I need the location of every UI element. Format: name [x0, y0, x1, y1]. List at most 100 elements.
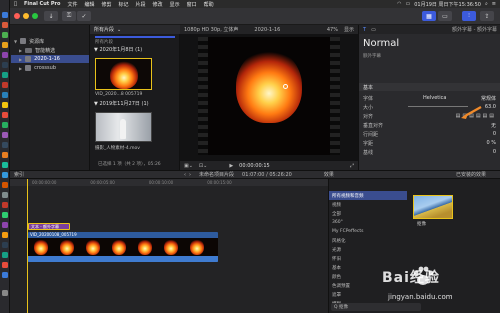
- app-icon[interactable]: [2, 182, 8, 188]
- app-icon[interactable]: [2, 172, 8, 178]
- effects-category[interactable]: 全部: [329, 209, 407, 218]
- wifi-icon[interactable]: ◠: [397, 1, 401, 8]
- crop-tool-icon[interactable]: ⊡⌄: [199, 163, 207, 169]
- effects-category[interactable]: 所有视频和音频: [329, 191, 407, 200]
- app-icon[interactable]: [2, 132, 8, 138]
- app-icon[interactable]: [2, 202, 8, 208]
- back-icon[interactable]: ‹: [184, 172, 186, 178]
- title-clip[interactable]: 文本 - 额外字幕: [28, 223, 70, 230]
- fullscreen-icon[interactable]: ⤢: [350, 163, 354, 169]
- filter-select[interactable]: 所有片段: [94, 26, 114, 33]
- weight-select[interactable]: 常规体: [481, 95, 496, 102]
- keyword-button[interactable]: ⚿: [62, 11, 76, 21]
- app-icon[interactable]: [2, 22, 8, 28]
- effects-category[interactable]: 怀旧: [329, 254, 407, 263]
- effects-category[interactable]: My FCPeffects: [329, 227, 407, 236]
- forward-icon[interactable]: ›: [189, 172, 191, 178]
- disclosure-down-icon[interactable]: ▼: [14, 39, 17, 44]
- menu-mark[interactable]: 标记: [119, 1, 129, 8]
- chevron-down-icon[interactable]: ⌄: [117, 27, 121, 33]
- search-icon[interactable]: ⌕: [485, 1, 488, 8]
- video-tab-icon[interactable]: ▭: [371, 27, 376, 33]
- play-button[interactable]: ▶: [229, 163, 233, 169]
- index-button[interactable]: 索引: [14, 171, 24, 178]
- app-icon[interactable]: [2, 62, 8, 68]
- app-icon[interactable]: [2, 82, 8, 88]
- app-icon[interactable]: [2, 102, 8, 108]
- app-icon[interactable]: [2, 32, 8, 38]
- size-value[interactable]: 63.0: [485, 104, 496, 110]
- inspector-toggle[interactable]: ⫶: [462, 11, 476, 21]
- menu-file[interactable]: 文件: [67, 1, 77, 8]
- app-icon[interactable]: [2, 72, 8, 78]
- app-icon[interactable]: [2, 272, 8, 278]
- app-icon[interactable]: [2, 212, 8, 218]
- app-icon[interactable]: [2, 112, 8, 118]
- disclosure-down-icon[interactable]: ▼: [94, 101, 98, 107]
- menu-trim[interactable]: 修剪: [102, 1, 112, 8]
- app-icon[interactable]: [2, 162, 8, 168]
- menu-modify[interactable]: 修改: [153, 1, 163, 8]
- background-tasks-button[interactable]: ✓: [77, 11, 91, 21]
- timeline-toggle[interactable]: ▭: [438, 11, 452, 21]
- effect-thumbnail[interactable]: [413, 195, 453, 219]
- app-icon[interactable]: [2, 52, 8, 58]
- import-button[interactable]: ↓: [44, 11, 58, 21]
- app-menu[interactable]: Final Cut Pro: [24, 1, 60, 7]
- clip-thumbnail-person[interactable]: [95, 112, 152, 142]
- app-icon[interactable]: [2, 242, 8, 248]
- menu-edit[interactable]: 编辑: [84, 1, 94, 8]
- menu-list-icon[interactable]: ≡: [492, 1, 496, 8]
- app-icon[interactable]: [2, 262, 8, 268]
- section-date[interactable]: ▼ 2019年11月27日 (1): [94, 100, 149, 107]
- app-icon[interactable]: [2, 252, 8, 258]
- share-button[interactable]: ⇪: [480, 11, 494, 21]
- text-tab-icon[interactable]: T: [363, 27, 366, 33]
- minimize-button[interactable]: [23, 13, 29, 19]
- app-icon[interactable]: [2, 92, 8, 98]
- finder-icon[interactable]: [2, 12, 8, 18]
- tracking-value[interactable]: 0 %: [486, 140, 496, 146]
- disclosure-down-icon[interactable]: ▼: [94, 47, 98, 53]
- disclosure-right-icon[interactable]: ▶: [19, 48, 22, 53]
- app-icon[interactable]: [2, 42, 8, 48]
- menu-window[interactable]: 窗口: [187, 1, 197, 8]
- zoom-select[interactable]: 47%: [327, 27, 338, 33]
- clock[interactable]: 01月19日 周日下午15:36:50: [414, 1, 481, 8]
- app-icon[interactable]: [2, 152, 8, 158]
- library-item-crosssub[interactable]: ▶ crosssub: [19, 64, 56, 72]
- battery-icon[interactable]: ▭: [405, 1, 410, 8]
- effects-category[interactable]: 风格化: [329, 236, 407, 245]
- zoom-button[interactable]: [32, 13, 38, 19]
- app-icon[interactable]: [2, 222, 8, 228]
- transform-tool-icon[interactable]: ▣⌄: [184, 163, 193, 169]
- view-select[interactable]: 显示: [344, 26, 354, 33]
- app-icon[interactable]: [2, 232, 8, 238]
- line-spacing-value[interactable]: 0: [493, 131, 496, 137]
- app-icon[interactable]: [2, 122, 8, 128]
- app-icon[interactable]: [2, 192, 8, 198]
- style-heading[interactable]: Normal: [363, 38, 399, 49]
- app-icon[interactable]: [2, 142, 8, 148]
- effects-category[interactable]: 光源: [329, 245, 407, 254]
- library-toggle[interactable]: ▦: [422, 11, 436, 21]
- library-item-smart[interactable]: ▶ 智能精选: [19, 46, 55, 54]
- effects-category[interactable]: 视频: [329, 200, 407, 209]
- font-select[interactable]: Helvetica: [423, 95, 446, 101]
- clip-thumbnail-fire[interactable]: [95, 58, 152, 90]
- section-date[interactable]: ▼ 2020年1月8日 (1): [94, 46, 142, 53]
- disclosure-right-icon[interactable]: ▶: [19, 57, 22, 62]
- menu-help[interactable]: 帮助: [204, 1, 214, 8]
- baseline-value[interactable]: 0: [493, 149, 496, 155]
- menu-clip[interactable]: 片段: [136, 1, 146, 8]
- transform-handle-icon[interactable]: [283, 84, 288, 89]
- library-root[interactable]: ▼ 资源库: [14, 37, 44, 45]
- vertical-align-value[interactable]: 无: [491, 122, 496, 129]
- effects-category[interactable]: 360°: [329, 218, 407, 227]
- apple-icon[interactable]: : [14, 1, 17, 7]
- menu-view[interactable]: 显示: [170, 1, 180, 8]
- library-item-event[interactable]: ▶ 2020-1-16: [11, 55, 89, 63]
- trash-icon[interactable]: [2, 290, 8, 296]
- video-clip[interactable]: VID_20200108_005719: [28, 232, 218, 262]
- close-button[interactable]: [14, 13, 20, 19]
